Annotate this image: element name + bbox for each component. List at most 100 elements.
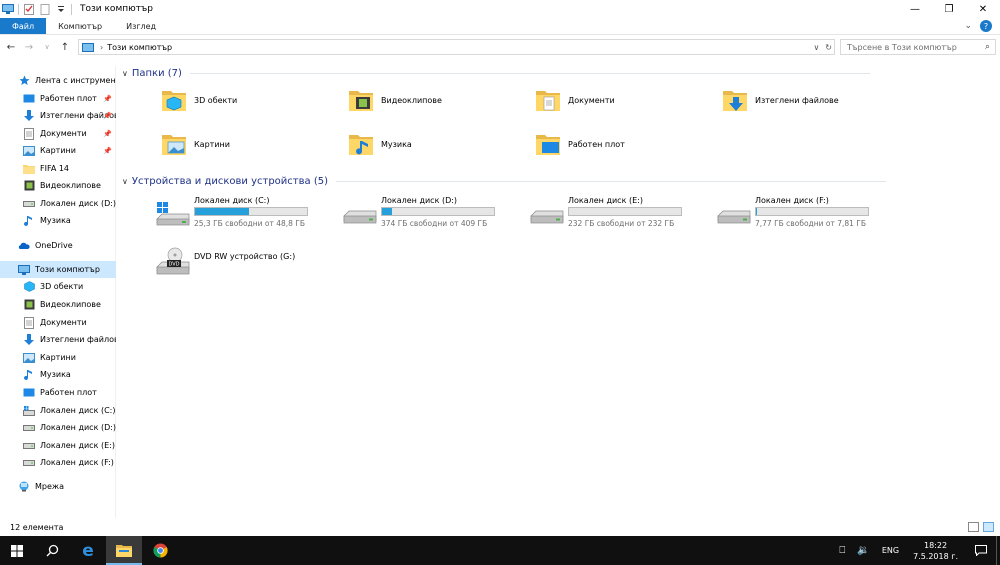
sidebar-item-desktop[interactable]: Работен плот 📌 (0, 90, 116, 107)
tab-computer[interactable]: Компютър (46, 18, 114, 34)
maximize-button[interactable]: ❐ (932, 0, 966, 18)
navigation-bar: ← → ∨ ↑ › Този компютър ∨ ↻ Търсене в То… (0, 37, 1000, 57)
collapse-chevron-icon[interactable]: ∨ (122, 177, 128, 186)
minimize-button[interactable]: — (898, 0, 932, 18)
address-dropdown-icon[interactable]: ∨ (813, 43, 819, 52)
tab-file[interactable]: Файл (0, 18, 47, 34)
folder-documents[interactable]: Документи (534, 82, 615, 118)
language-indicator[interactable]: ENG (882, 546, 899, 555)
collapse-chevron-icon[interactable]: ∨ (122, 69, 128, 78)
sidebar-item-music[interactable]: Музика (0, 212, 116, 229)
sidebar-item-pictures[interactable]: Картини 📌 (0, 142, 116, 159)
properties-icon[interactable] (23, 3, 35, 15)
videos-icon (23, 180, 35, 191)
sidebar-this-pc[interactable]: Този компютър (0, 261, 116, 278)
pin-icon[interactable]: 📌 (103, 147, 112, 155)
sidebar-item-videos[interactable]: Видеоклипове (0, 177, 116, 194)
documents-icon (23, 127, 35, 140)
new-folder-icon[interactable] (39, 3, 51, 15)
customize-toolbar-icon[interactable] (55, 3, 67, 15)
sidebar-item-fifa14[interactable]: FIFA 14 (0, 160, 116, 177)
breadcrumb[interactable]: Този компютър (107, 43, 172, 52)
sidebar-item-downloads[interactable]: Изтеглени файлове 📌 (0, 107, 116, 124)
network-icon[interactable]: ⎕ (839, 545, 845, 556)
back-button[interactable]: ← (4, 42, 18, 53)
clock[interactable]: 18:22 7.5.2018 г. (913, 540, 958, 562)
pin-icon[interactable]: 📌 (103, 95, 112, 103)
folder-desktop[interactable]: Работен плот (534, 126, 625, 162)
date: 7.5.2018 г. (913, 551, 958, 561)
large-icons-view-icon[interactable] (983, 522, 994, 532)
sidebar-pc-documents[interactable]: Документи (0, 314, 116, 331)
tab-view[interactable]: Изглед (114, 18, 168, 34)
close-button[interactable]: ✕ (966, 0, 1000, 18)
drives-group-header[interactable]: ∨ Устройства и дискови устройства (5) (122, 176, 886, 187)
refresh-icon[interactable]: ↻ (825, 43, 832, 52)
sidebar-item-drive-d[interactable]: Локален диск (D:) (0, 195, 116, 212)
drive-e[interactable]: Локален диск (E:) 232 ГБ свободни от 232… (530, 196, 682, 236)
pin-icon[interactable]: 📌 (103, 112, 112, 120)
sidebar-pc-videos[interactable]: Видеоклипове (0, 296, 116, 313)
edge-button[interactable]: e (70, 536, 106, 565)
sidebar-pc-desktop[interactable]: Работен плот (0, 384, 116, 401)
recent-locations-icon[interactable]: ∨ (40, 43, 54, 51)
drive-c[interactable]: Локален диск (C:) 25,3 ГБ свободни от 48… (156, 196, 308, 236)
sidebar-quick-access[interactable]: Лента с инструменти (0, 72, 116, 89)
this-pc-icon (18, 264, 30, 275)
sidebar-item-documents[interactable]: Документи 📌 (0, 125, 116, 142)
start-button[interactable] (0, 536, 34, 565)
show-desktop-button[interactable] (996, 536, 1000, 565)
quick-access-toolbar: Този компютър (0, 0, 153, 18)
search-button[interactable] (34, 536, 70, 565)
sidebar-pc-downloads[interactable]: Изтеглени файлове (0, 331, 116, 348)
drive-f[interactable]: Локален диск (F:) 7,77 ГБ свободни от 7,… (717, 196, 869, 236)
breadcrumb-chevron-icon[interactable]: › (100, 43, 103, 52)
folder-music[interactable]: Музика (347, 126, 412, 162)
sidebar-onedrive[interactable]: OneDrive (0, 237, 116, 254)
folder-pictures[interactable]: Картини (160, 126, 230, 162)
drive-d[interactable]: Локален диск (D:) 374 ГБ свободни от 409… (343, 196, 495, 236)
search-input[interactable]: Търсене в Този компютър ⌕ (840, 39, 996, 55)
drive-g-dvd[interactable]: DVD DVD RW устройство (G:) (156, 244, 295, 284)
up-button[interactable]: ↑ (58, 42, 72, 53)
windows-drive-icon (156, 202, 190, 226)
this-pc-icon[interactable] (2, 3, 14, 15)
window-title: Този компютър (80, 4, 154, 14)
sidebar-pc-drive-f[interactable]: Локален диск (F:) (0, 454, 116, 471)
folder-downloads[interactable]: Изтеглени файлове (721, 82, 839, 118)
sidebar-pc-music[interactable]: Музика (0, 366, 116, 383)
sidebar-pc-drive-c[interactable]: Локален диск (C:) (0, 402, 116, 419)
help-icon[interactable]: ? (980, 20, 992, 32)
navigation-pane: Лента с инструменти Работен плот 📌 Изтег… (0, 66, 116, 518)
folders-group-header[interactable]: ∨ Папки (7) (122, 68, 870, 79)
videos-folder-icon (349, 91, 373, 111)
sidebar-network[interactable]: Мрежа (0, 478, 116, 495)
drive-icon (23, 457, 35, 468)
ribbon-right: ⌄ ? (964, 20, 992, 32)
notification-icon (975, 545, 987, 556)
expand-ribbon-icon[interactable]: ⌄ (964, 21, 972, 31)
forward-button[interactable]: → (22, 42, 36, 53)
file-explorer-button[interactable] (106, 536, 142, 565)
action-center-button[interactable] (966, 536, 996, 565)
3d-objects-icon (23, 281, 35, 292)
drive-usage-fill (756, 208, 757, 215)
folder-videos[interactable]: Видеоклипове (347, 82, 442, 118)
sidebar-pc-pictures[interactable]: Картини (0, 349, 116, 366)
view-switcher (968, 522, 994, 532)
download-icon (23, 333, 35, 345)
address-bar[interactable]: › Този компютър ∨ ↻ (78, 39, 835, 55)
details-view-icon[interactable] (968, 522, 979, 532)
chrome-button[interactable] (142, 536, 178, 565)
sidebar-pc-drive-e[interactable]: Локален диск (E:) (0, 437, 116, 454)
sidebar-pc-drive-d[interactable]: Локален диск (D:) (0, 419, 116, 436)
sidebar-pc-3d-objects[interactable]: 3D обекти (0, 278, 116, 295)
drive-icon (530, 210, 564, 224)
volume-icon[interactable]: 🔉 (857, 545, 869, 556)
windows-logo-icon (11, 544, 23, 557)
pin-icon[interactable]: 📌 (103, 130, 112, 138)
search-icon[interactable]: ⌕ (985, 42, 990, 52)
music-icon (23, 369, 35, 380)
drive-usage-bar (568, 207, 682, 216)
folder-3d-objects[interactable]: 3D обекти (160, 82, 237, 118)
